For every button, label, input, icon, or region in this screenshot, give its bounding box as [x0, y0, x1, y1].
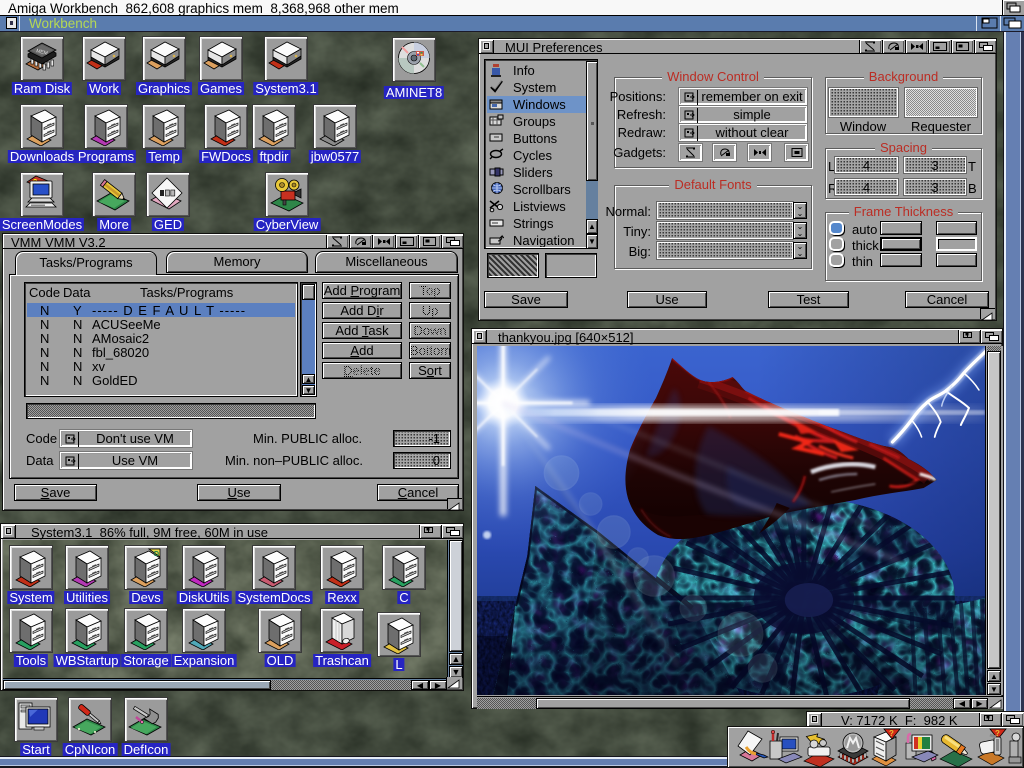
svg-text:?: ?: [889, 729, 894, 738]
